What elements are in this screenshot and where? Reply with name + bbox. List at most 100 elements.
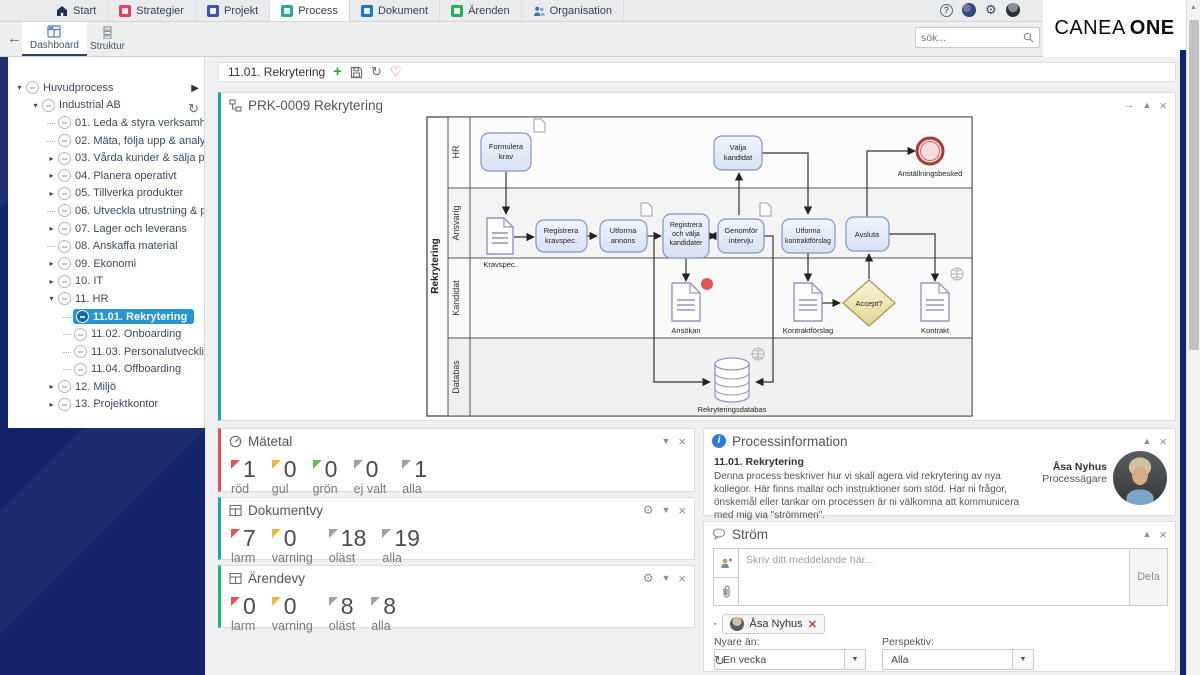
owner-avatar[interactable] (1113, 451, 1167, 505)
nav-tab-projekt[interactable]: Projekt (196, 0, 271, 21)
tree-item[interactable]: ▸ 13. Projektkontor (8, 396, 204, 414)
tree-item[interactable]: 11.04. Offboarding (8, 361, 204, 379)
favorite-heart-icon[interactable]: ♡ (390, 64, 402, 80)
window-scrollbar[interactable]: ▲ (1186, 0, 1200, 675)
close-icon[interactable]: × (678, 571, 686, 586)
matetal-stat-alla[interactable]: 1 alla (402, 457, 427, 496)
doc-kravspec[interactable]: Kravspec. (483, 217, 517, 269)
tree-refresh-icon[interactable]: ↻ (188, 101, 199, 117)
perspective-select[interactable]: Alla ▼ (882, 649, 1034, 670)
matetal-stat-gul[interactable]: 0 gul (271, 457, 297, 496)
collapse-icon[interactable]: ▼ (661, 573, 670, 583)
tree-item[interactable]: ▸ 09. Ekonomi (8, 255, 204, 273)
matetal-stat-grön[interactable]: 0 grön (312, 457, 338, 496)
tree-expand-icon[interactable]: ▶ (191, 83, 199, 94)
tree-toggle-icon[interactable]: ▾ (30, 101, 41, 110)
tree-item[interactable]: 02. Mäta, följa upp & analysera (8, 132, 204, 150)
message-input[interactable] (739, 549, 1129, 605)
dokumentvy-stat-alla[interactable]: 19 alla (382, 526, 420, 565)
nav-tab-arenden[interactable]: Ärenden (440, 0, 522, 21)
add-icon[interactable]: + (333, 64, 342, 79)
tree-toggle-icon[interactable]: ▾ (46, 294, 57, 303)
nav-tab-start[interactable]: Start (45, 0, 109, 21)
open-in-new-icon[interactable]: → (1123, 99, 1134, 111)
tree-toggle-icon[interactable]: ▸ (46, 259, 57, 268)
user-avatar-icon[interactable] (1005, 3, 1020, 17)
matetal-stat-ej-valt[interactable]: 0 ej valt (353, 457, 386, 496)
save-icon[interactable] (350, 66, 363, 79)
scrollbar-thumb[interactable] (1189, 20, 1199, 350)
task-formulera-krav[interactable]: Formulera krav (480, 132, 532, 172)
chip-remove-icon[interactable]: ✕ (808, 618, 817, 631)
tree-toggle-icon[interactable]: ▸ (46, 277, 57, 286)
tree-toggle-icon[interactable]: ▾ (14, 83, 25, 92)
tree-toggle-icon[interactable]: ▸ (46, 189, 57, 198)
nav-tab-organisation[interactable]: Organisation (522, 0, 625, 21)
panel-gear-icon[interactable]: ⚙ (643, 503, 654, 517)
tree-item[interactable]: ▸ 10. IT (8, 273, 204, 291)
scroll-up-icon[interactable]: ▲ (1190, 4, 1197, 11)
collapse-icon[interactable]: ▲ (1142, 436, 1151, 446)
task-utforma-kontraktforslag[interactable]: Utforma kontraktförslag (781, 218, 836, 254)
refresh-icon[interactable]: ↻ (371, 64, 382, 80)
tree-toggle-icon[interactable]: ▸ (46, 154, 57, 163)
task-genomfor-intervju[interactable]: Genomför intervju (717, 218, 765, 254)
arendevy-stat-alla[interactable]: 8 alla (371, 594, 396, 633)
task-registrera-kravspec[interactable]: Registrera kravspec. (535, 219, 588, 253)
dokumentvy-stat-oläst[interactable]: 18 oläst (328, 526, 366, 565)
task-valja-kandidat[interactable]: Välja kandidat (713, 135, 763, 171)
stream-refresh-icon[interactable]: ↻ (714, 653, 725, 669)
close-icon[interactable]: × (678, 434, 686, 449)
tree-item[interactable]: 11.01. Rekrytering (8, 308, 204, 326)
newer-than-select[interactable]: En vecka ▼ (714, 649, 866, 670)
tree-item[interactable]: ▸ 04. Planera operativt (8, 167, 204, 185)
tree-toggle-icon[interactable]: ▸ (46, 400, 57, 409)
arendevy-stat-oläst[interactable]: 8 oläst (328, 594, 355, 633)
dokumentvy-stat-varning[interactable]: 0 varning (271, 526, 313, 565)
mention-user-button[interactable] (714, 549, 738, 578)
tree-item[interactable]: ▾ 11. HR (8, 290, 204, 308)
task-registrera-och-valja-kandidater[interactable]: Registrera och välja kandidater (662, 213, 710, 259)
tree-item[interactable]: ▸ 07. Lager och leverans (8, 220, 204, 238)
tree-item[interactable]: ▾ Huvudprocess (8, 79, 204, 97)
close-icon[interactable]: × (1159, 527, 1167, 542)
tree-item-selected[interactable]: 11.01. Rekrytering (73, 309, 195, 325)
tab-struktur[interactable]: Struktur (82, 22, 133, 56)
close-icon[interactable]: × (1159, 98, 1167, 113)
tree-toggle-icon[interactable]: ▸ (46, 171, 57, 180)
tree-item[interactable]: 08. Anskaffa material (8, 237, 204, 255)
dokumentvy-stat-larm[interactable]: 7 larm (231, 526, 256, 565)
search-icon[interactable] (1023, 32, 1034, 43)
collapse-icon[interactable]: ▼ (661, 436, 670, 446)
settings-gear-icon[interactable]: ⚙ (985, 3, 997, 17)
theme-icon[interactable] (962, 3, 976, 17)
help-icon[interactable]: ? (940, 3, 953, 17)
recipient-chip[interactable]: Åsa Nyhus ✕ (722, 614, 825, 634)
tab-dashboard[interactable]: Dashboard (22, 22, 87, 56)
close-icon[interactable]: × (678, 503, 686, 518)
collapse-icon[interactable]: ▲ (1142, 529, 1151, 539)
back-icon[interactable]: ← (7, 30, 22, 47)
tree-item[interactable]: ▸ 12. Miljö (8, 378, 204, 396)
nav-tab-dokument[interactable]: Dokument (350, 0, 441, 21)
nav-tab-strategier[interactable]: Strategier (108, 0, 196, 21)
nav-tab-process[interactable]: Process (270, 0, 350, 21)
collapse-icon[interactable]: ▼ (661, 505, 670, 515)
arendevy-stat-larm[interactable]: 0 larm (231, 594, 256, 633)
tree-item[interactable]: 06. Utveckla utrustning & processer (8, 202, 204, 220)
tree-toggle-icon[interactable]: ▸ (46, 224, 57, 233)
tree-item[interactable]: 11.02. Onboarding (8, 325, 204, 343)
tree-item[interactable]: ▾ Industrial AB (8, 97, 204, 115)
arendevy-stat-varning[interactable]: 0 varning (271, 594, 313, 633)
close-icon[interactable]: × (1159, 434, 1167, 449)
collapse-icon[interactable]: ▲ (1142, 100, 1151, 110)
share-button[interactable]: Dela (1129, 549, 1167, 605)
task-utforma-annons[interactable]: Utforma annons (599, 219, 648, 253)
matetal-stat-röd[interactable]: 1 röd (231, 457, 256, 496)
doc-kontrakt[interactable]: Kontrakt (920, 282, 950, 335)
panel-gear-icon[interactable]: ⚙ (643, 571, 654, 585)
tree-item[interactable]: ▸ 03. Vårda kunder & sälja produkter (8, 149, 204, 167)
attach-file-button[interactable] (714, 578, 738, 606)
tree-item[interactable]: ▸ 05. Tillverka produkter (8, 185, 204, 203)
tree-toggle-icon[interactable]: ▸ (46, 382, 57, 391)
